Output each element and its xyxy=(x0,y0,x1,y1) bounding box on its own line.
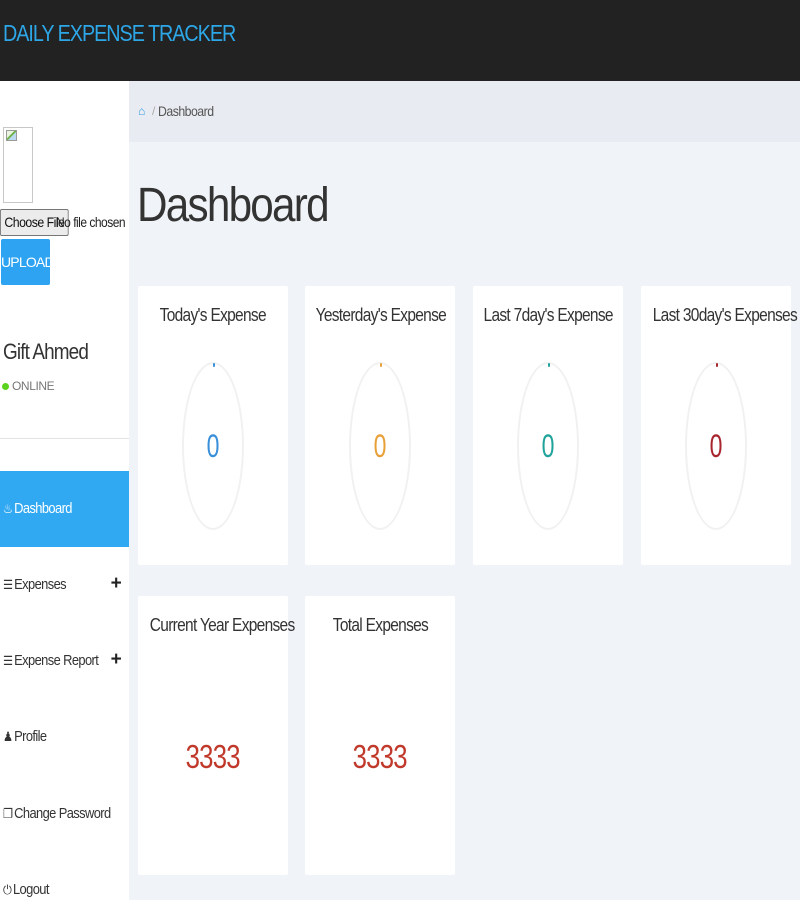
card-title: Current Year Expenses xyxy=(149,615,295,635)
stat-card-last-30-days: Last 30day's Expenses 0 xyxy=(641,286,798,565)
sidebar-item-change-password[interactable]: ❐ Change Password xyxy=(0,776,129,852)
card-title: Today's Expense xyxy=(159,305,267,325)
card-title: Last 7day's Expense xyxy=(483,305,614,325)
sidebar-item-label: Dashboard xyxy=(14,500,72,517)
stat-card-today: Today's Expense 0 xyxy=(138,286,288,565)
total-card-all-time: Total Expenses 3333 xyxy=(305,596,455,875)
sidebar-item-profile[interactable]: ♟ Profile xyxy=(0,699,129,775)
breadcrumb-current: Dashboard xyxy=(158,103,214,119)
sidebar-item-label: Change Password xyxy=(14,805,111,822)
progress-ring: 0 xyxy=(182,362,244,530)
progress-ring: 0 xyxy=(685,362,747,530)
total-card-current-year: Current Year Expenses 3333 xyxy=(138,596,295,875)
stat-card-yesterday: Yesterday's Expense 0 xyxy=(305,286,455,565)
ring-tick xyxy=(380,363,382,367)
sidebar: Choose File No file chosen UPLOAD Gift A… xyxy=(0,81,129,900)
top-navbar: DAILY EXPENSE TRACKER xyxy=(0,0,800,81)
sidebar-item-expense-report[interactable]: ☰ Expense Report + xyxy=(0,623,129,699)
breadcrumb: ⌂ / Dashboard xyxy=(129,81,800,142)
expand-plus-icon[interactable]: + xyxy=(111,649,122,671)
sidebar-item-label: Logout xyxy=(12,881,49,898)
ring-tick xyxy=(548,363,550,367)
card-value: 0 xyxy=(206,428,220,464)
sidebar-item-label: Expense Report xyxy=(14,652,99,669)
sidebar-item-label: Profile xyxy=(14,728,47,745)
list-icon: ☰ xyxy=(3,577,13,592)
profile-image xyxy=(3,127,33,203)
app-brand[interactable]: DAILY EXPENSE TRACKER xyxy=(3,20,236,47)
file-status-text: No file chosen xyxy=(56,214,126,230)
file-picker: Choose File No file chosen xyxy=(0,208,129,238)
user-name: Gift Ahmed xyxy=(3,339,89,364)
progress-ring: 0 xyxy=(349,362,411,530)
dashboard-icon: ♨ xyxy=(3,501,13,516)
copy-icon: ❐ xyxy=(3,806,13,821)
page-title: Dashboard xyxy=(137,179,330,232)
sidebar-item-label: Expenses xyxy=(14,576,66,593)
stat-card-last-7-days: Last 7day's Expense 0 xyxy=(473,286,623,565)
online-status: ONLINE xyxy=(2,379,55,393)
expand-plus-icon[interactable]: + xyxy=(111,573,122,595)
sidebar-item-logout[interactable]: ⏻ Logout xyxy=(0,852,129,900)
ring-tick xyxy=(213,363,215,367)
upload-button[interactable]: UPLOAD xyxy=(1,239,55,285)
sidebar-item-expenses[interactable]: ☰ Expenses + xyxy=(0,547,129,623)
online-status-label: ONLINE xyxy=(12,379,55,393)
progress-ring: 0 xyxy=(517,362,579,530)
card-value: 0 xyxy=(373,428,387,464)
online-dot-icon xyxy=(2,383,9,390)
card-value: 0 xyxy=(541,428,555,464)
sidebar-item-dashboard[interactable]: ♨ Dashboard xyxy=(0,471,129,547)
user-icon: ♟ xyxy=(3,729,13,744)
card-value: 0 xyxy=(709,428,723,464)
breadcrumb-separator: / xyxy=(152,104,156,118)
home-icon[interactable]: ⌂ xyxy=(138,104,145,118)
ring-tick xyxy=(716,363,718,367)
card-title: Yesterday's Expense xyxy=(315,305,447,325)
broken-image-icon xyxy=(6,130,17,141)
card-value: 3333 xyxy=(352,738,408,775)
card-value: 3333 xyxy=(185,738,241,775)
sidebar-divider xyxy=(0,438,129,439)
power-icon: ⏻ xyxy=(3,882,12,897)
card-title: Last 30day's Expenses xyxy=(652,305,798,325)
list-icon: ☰ xyxy=(3,653,13,668)
card-title: Total Expenses xyxy=(332,615,428,635)
